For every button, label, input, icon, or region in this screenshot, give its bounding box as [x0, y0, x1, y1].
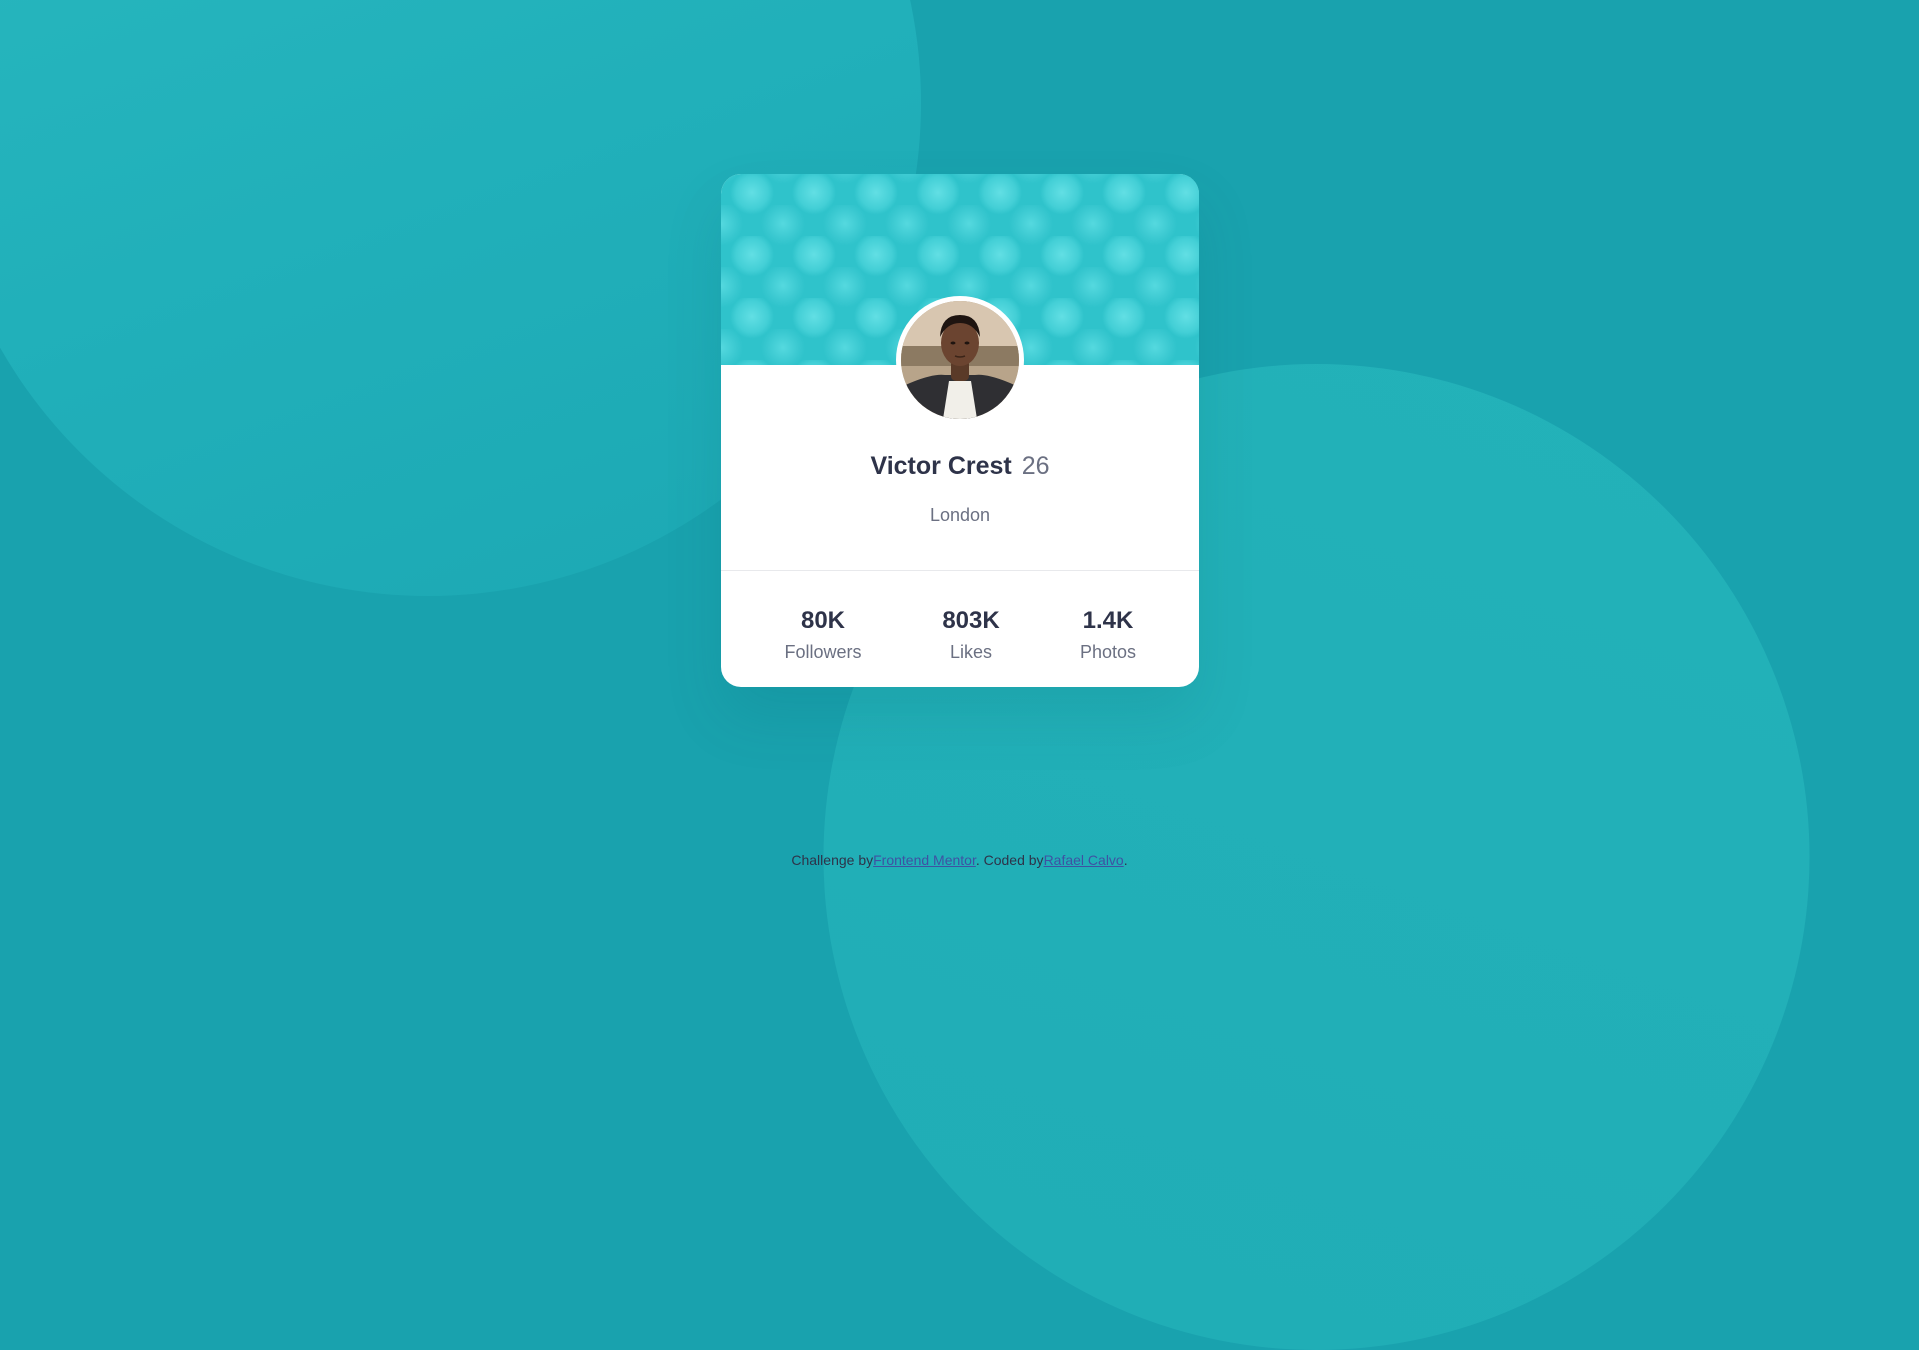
profile-age: 26 [1021, 452, 1050, 480]
stat-followers-value: 80K [800, 607, 846, 634]
stat-followers-label: Followers [784, 642, 862, 662]
stat-photos-value: 1.4K [1082, 607, 1134, 634]
author-link[interactable]: Rafael Calvo [1044, 852, 1124, 868]
stat-photos-label: Photos [1079, 642, 1137, 662]
attribution-footer: Challenge byFrontend Mentor. Coded byRaf… [0, 852, 1919, 868]
profile-card: Victor Crest 26 London 80K Followers 803… [721, 174, 1199, 687]
avatar [896, 296, 1024, 424]
profile-name: Victor Crest [870, 452, 1012, 480]
frontend-mentor-link[interactable]: Frontend Mentor [873, 852, 976, 868]
stat-photos: 1.4K Photos [1048, 607, 1168, 663]
profile-photo-icon [901, 301, 1019, 419]
footer-suffix: . [1123, 852, 1128, 868]
footer-middle: . Coded by [975, 852, 1044, 868]
footer-prefix: Challenge by [791, 852, 874, 868]
stat-followers: 80K Followers [763, 607, 883, 663]
profile-stats: 80K Followers 803K Likes 1.4K Photos [721, 607, 1199, 667]
stat-likes-value: 803K [942, 607, 1000, 634]
profile-location: London [929, 505, 991, 525]
profile-name-line: Victor Crest 26 [721, 450, 1199, 482]
stat-likes-label: Likes [949, 642, 993, 662]
stat-likes: 803K Likes [911, 607, 1031, 663]
card-divider [721, 570, 1199, 571]
